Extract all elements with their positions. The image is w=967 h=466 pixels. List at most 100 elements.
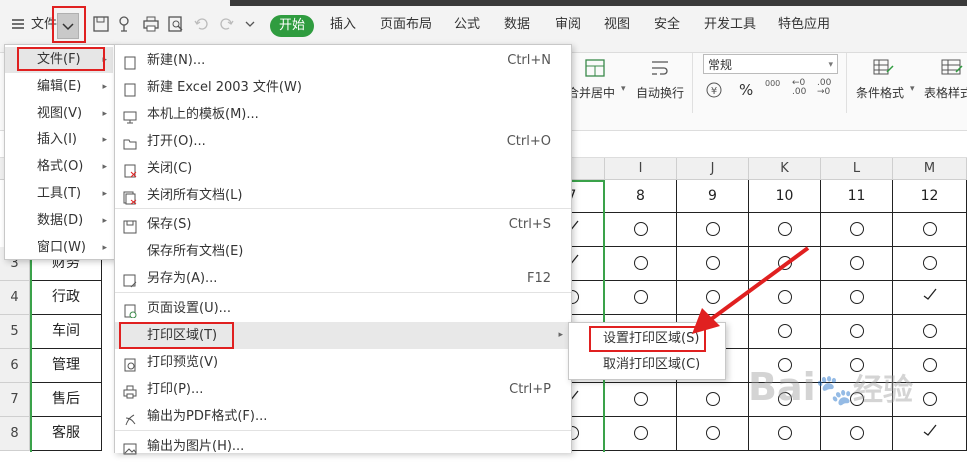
file-menu-item[interactable]: 保存所有文档(E) [115, 238, 569, 265]
department-cell[interactable]: 售后 [30, 383, 102, 417]
print-icon[interactable] [142, 15, 160, 33]
save-icon[interactable] [92, 15, 110, 33]
redo-icon[interactable] [217, 15, 235, 33]
table-style-icon[interactable] [940, 57, 964, 82]
percent-button[interactable]: % [739, 81, 753, 99]
table-cell[interactable] [821, 281, 893, 315]
table-cell[interactable] [893, 315, 967, 349]
table-cell[interactable] [893, 213, 967, 247]
thousand-separator-button[interactable]: 000 [765, 79, 780, 88]
table-cell[interactable] [677, 383, 749, 417]
conditional-format-button[interactable]: 条件格式 [856, 84, 904, 101]
print-preview-icon[interactable] [167, 15, 185, 33]
tab-formulas[interactable]: 公式 [454, 12, 480, 38]
file-menu-item[interactable]: 输出为PDF格式(F)... [115, 403, 569, 430]
cell-header-number[interactable]: 10 [749, 180, 821, 213]
tab-developer[interactable]: 开发工具 [704, 12, 756, 38]
cond-format-dropdown-icon[interactable]: ▾ [910, 84, 915, 94]
table-cell[interactable] [893, 417, 967, 451]
table-cell[interactable] [605, 247, 677, 281]
table-cell[interactable] [821, 315, 893, 349]
file-menu-item[interactable]: 打开(O)... Ctrl+O [115, 128, 569, 155]
file-menu-item[interactable]: 打印(P)... Ctrl+P [115, 376, 569, 403]
table-cell[interactable] [821, 247, 893, 281]
row-header[interactable]: 8 [0, 417, 30, 451]
row-header[interactable]: 4 [0, 281, 30, 315]
classic-menu-item[interactable]: 插入(I) ▸ [5, 127, 113, 153]
classic-menu-label: 工具(T) [37, 186, 82, 201]
row-header[interactable]: 7 [0, 383, 30, 417]
file-menu-item[interactable]: 页面设置(U)... [115, 295, 569, 322]
department-cell[interactable]: 客服 [30, 417, 102, 451]
tab-special[interactable]: 特色应用 [778, 12, 830, 38]
merge-center-button[interactable]: 合并居中 [567, 84, 615, 101]
table-style-button[interactable]: 表格样式 [924, 84, 967, 101]
file-menu-item[interactable]: 本机上的模板(M)... [115, 101, 569, 128]
file-menu-label: 输出为PDF格式(F)... [147, 409, 268, 424]
table-cell[interactable] [893, 281, 967, 315]
table-cell[interactable] [821, 417, 893, 451]
tab-start[interactable]: 开始 [270, 15, 314, 37]
file-menu-item[interactable]: 打印预览(V) [115, 349, 569, 376]
table-cell[interactable] [893, 247, 967, 281]
col-header-i[interactable]: I [605, 158, 677, 180]
file-menu-item[interactable]: 新建(N)... Ctrl+N [115, 47, 569, 74]
cell-header-number[interactable]: 12 [893, 180, 967, 213]
table-cell[interactable] [605, 213, 677, 247]
table-cell[interactable] [749, 417, 821, 451]
col-header-l[interactable]: L [821, 158, 893, 180]
table-cell[interactable] [605, 417, 677, 451]
undo-icon[interactable] [193, 15, 211, 33]
tab-page-layout[interactable]: 页面布局 [380, 12, 432, 38]
currency-icon[interactable]: ¥ [705, 81, 727, 102]
cancel-print-area-item[interactable]: 取消打印区域(C) [569, 351, 723, 378]
wrap-text-button[interactable]: 自动换行 [636, 84, 684, 101]
tab-view[interactable]: 视图 [604, 12, 630, 38]
cell-header-number[interactable]: 11 [821, 180, 893, 213]
increase-decimal-icon[interactable]: ←0.00 [792, 79, 806, 97]
merge-dropdown-arrow-icon[interactable]: ▾ [621, 84, 626, 94]
col-header-k[interactable]: K [749, 158, 821, 180]
classic-menu-item[interactable]: 窗口(W) ▸ [5, 235, 113, 261]
department-cell[interactable]: 行政 [30, 281, 102, 315]
classic-menu-item[interactable]: 工具(T) ▸ [5, 181, 113, 207]
col-header-j[interactable]: J [677, 158, 749, 180]
row-header[interactable]: 6 [0, 349, 30, 383]
tab-insert[interactable]: 插入 [330, 12, 356, 38]
file-menu-label: 另存为(A)... [147, 271, 218, 286]
file-menu-label: 关闭所有文档(L) [147, 188, 243, 203]
department-cell[interactable]: 车间 [30, 315, 102, 349]
table-cell[interactable] [677, 417, 749, 451]
format-painter-icon[interactable] [117, 15, 135, 33]
col-header-m[interactable]: M [893, 158, 967, 180]
cell-header-number[interactable]: 8 [605, 180, 677, 213]
number-format-select[interactable]: 常规 ▾ [703, 54, 838, 74]
row-header[interactable]: 5 [0, 315, 30, 349]
conditional-format-icon[interactable] [872, 57, 896, 82]
file-menu-item[interactable]: 输出为图片(H)... [115, 433, 569, 460]
tab-data[interactable]: 数据 [504, 12, 530, 38]
file-menu-item[interactable]: 另存为(A)... F12 [115, 265, 569, 292]
cancel-print-area-label: 取消打印区域(C) [603, 357, 701, 372]
file-menu-item[interactable]: 新建 Excel 2003 文件(W) [115, 74, 569, 101]
wrap-text-icon[interactable] [649, 57, 671, 82]
classic-menu-item[interactable]: 格式(O) ▸ [5, 154, 113, 180]
classic-menu-item[interactable]: 数据(D) ▸ [5, 208, 113, 234]
file-menu-item[interactable]: 保存(S) Ctrl+S [115, 211, 569, 238]
customize-dropdown-icon[interactable] [243, 15, 261, 33]
file-menu-item[interactable]: 关闭(C) [115, 155, 569, 182]
classic-menu-item[interactable]: 编辑(E) ▸ [5, 74, 113, 100]
table-cell[interactable] [821, 213, 893, 247]
merge-center-icon[interactable] [584, 57, 606, 82]
cell-header-number[interactable]: 9 [677, 180, 749, 213]
tab-security[interactable]: 安全 [654, 12, 680, 38]
table-cell[interactable] [605, 383, 677, 417]
table-cell[interactable] [605, 281, 677, 315]
file-menu-item[interactable]: 关闭所有文档(L) [115, 182, 569, 209]
hamburger-menu-icon[interactable] [11, 17, 29, 35]
department-cell[interactable]: 管理 [30, 349, 102, 383]
decrease-decimal-icon[interactable]: .00 →0 [817, 79, 831, 97]
classic-menu-item[interactable]: 视图(V) ▸ [5, 101, 113, 127]
tab-review[interactable]: 审阅 [555, 12, 581, 38]
submenu-arrow-icon: ▸ [102, 81, 107, 92]
